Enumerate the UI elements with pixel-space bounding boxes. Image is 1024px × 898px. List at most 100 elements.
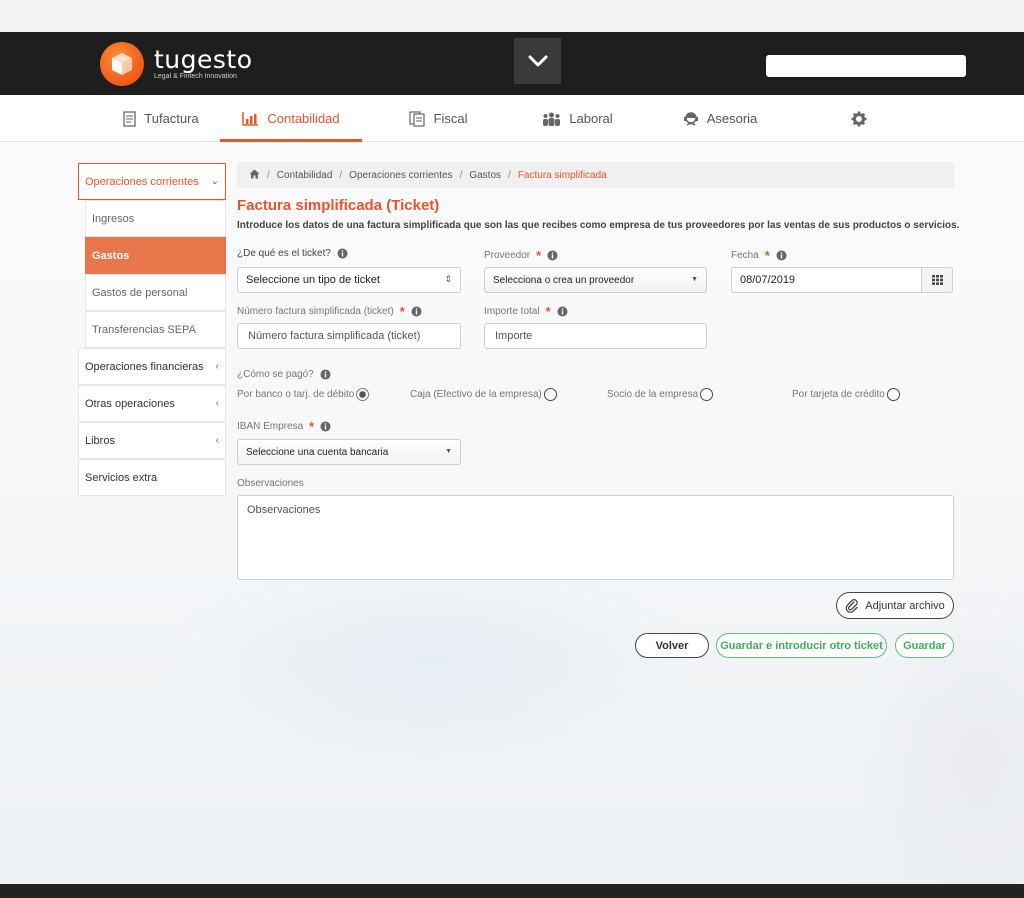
calendar-grid-icon — [931, 275, 943, 285]
radio-button[interactable] — [886, 388, 900, 401]
sidebar-item-label: Servicios extra — [85, 471, 158, 484]
sidebar-item-servicios-extra[interactable]: Servicios extra — [78, 459, 226, 496]
payment-option-bank[interactable]: Por banco o tarj. de débito — [237, 388, 370, 401]
supplier-label: Proveedor * — [484, 248, 558, 263]
info-icon[interactable] — [776, 250, 787, 261]
select-value: Seleccione una cuenta bancaria — [246, 446, 389, 458]
breadcrumb: / Contabilidad / Operaciones corrientes … — [237, 162, 954, 188]
sidebar-submenu: Ingresos Gastos Gastos de personal Trans… — [85, 200, 226, 348]
page-description: Introduce los datos de una factura simpl… — [237, 220, 960, 231]
nav-label: Laboral — [569, 111, 613, 126]
sidebar-item-label: Otras operaciones — [85, 397, 175, 410]
required-asterisk: * — [536, 248, 542, 263]
menu-toggle-button[interactable] — [514, 38, 561, 84]
footer-bar — [0, 884, 1024, 898]
save-button[interactable]: Guardar — [895, 633, 954, 658]
chevron-left-icon: ‹ — [215, 398, 219, 409]
invoice-number-input[interactable]: Número factura simplificada (ticket) — [237, 323, 461, 349]
nav-contabilidad[interactable]: Contabilidad — [220, 95, 362, 142]
nav-settings[interactable] — [840, 95, 878, 142]
ticket-type-select[interactable]: Seleccione un tipo de ticket ⇕ — [237, 267, 461, 293]
chevron-left-icon: ‹ — [215, 435, 219, 446]
radio-label: Por banco o tarj. de débito — [237, 389, 355, 400]
radio-button[interactable] — [356, 388, 370, 401]
radio-button[interactable] — [543, 388, 557, 401]
brand-tagline: Legal & Fintech Innovation — [154, 73, 237, 80]
invoice-icon — [123, 110, 136, 127]
nav-tufactura[interactable]: Tufactura — [100, 95, 222, 142]
nav-label: Asesoria — [706, 111, 758, 126]
required-asterisk: * — [399, 304, 405, 319]
sidebar-item-label: Operaciones financieras — [85, 360, 204, 373]
info-icon[interactable] — [337, 248, 348, 259]
payment-option-cash[interactable]: Caja (Efectivo de la empresa) — [410, 388, 557, 401]
info-icon[interactable] — [320, 421, 331, 432]
breadcrumb-item[interactable]: Contabilidad — [277, 170, 333, 181]
sidebar-item-libros[interactable]: Libros ‹ — [78, 422, 226, 459]
label-text: Observaciones — [237, 478, 304, 489]
nav-fiscal[interactable]: Fiscal — [392, 95, 484, 142]
nav-label: Fiscal — [433, 111, 468, 126]
calendar-button[interactable] — [921, 267, 953, 293]
sidebar-item-operaciones-financieras[interactable]: Operaciones financieras ‹ — [78, 348, 226, 385]
required-asterisk: * — [764, 248, 770, 263]
nav-asesoria[interactable]: Asesoria — [670, 95, 770, 142]
radio-button[interactable] — [700, 388, 714, 401]
button-label: Guardar e introducir otro ticket — [720, 639, 883, 652]
radio-label: Socio de la empresa — [607, 389, 699, 400]
required-asterisk: * — [545, 304, 551, 319]
updown-arrows-icon: ⇕ — [444, 274, 452, 284]
label-text: IBAN Empresa — [237, 421, 304, 432]
total-input[interactable]: Importe — [484, 323, 707, 349]
chevron-down-icon — [528, 55, 547, 67]
date-label: Fecha * — [731, 248, 787, 263]
sidebar-item-otras-operaciones[interactable]: Otras operaciones ‹ — [78, 385, 226, 422]
breadcrumb-item[interactable]: Operaciones corrientes — [349, 170, 452, 181]
button-label: Guardar — [903, 639, 946, 652]
notes-textarea[interactable]: Observaciones — [237, 495, 954, 580]
input-placeholder: Número factura simplificada (ticket) — [248, 330, 421, 342]
info-icon[interactable] — [547, 250, 558, 261]
brand-name: tugesto — [154, 45, 253, 74]
ticket-type-label: ¿De qué es el ticket? — [237, 248, 348, 259]
sidebar-item-transferencias-sepa[interactable]: Transferencias SEPA — [85, 311, 226, 348]
notes-label: Observaciones — [237, 478, 304, 489]
label-text: Número factura simplificada (ticket) — [237, 306, 394, 317]
sidebar-item-operaciones-corrientes[interactable]: Operaciones corrientes ⌄ — [78, 163, 226, 200]
button-label: Volver — [655, 639, 689, 652]
nav-laboral[interactable]: Laboral — [530, 95, 625, 142]
label-text: ¿Cómo se pagó? — [237, 369, 314, 380]
iban-label: IBAN Empresa * — [237, 419, 331, 434]
top-search-input[interactable] — [766, 55, 966, 77]
payment-option-partner[interactable]: Socio de la empresa — [607, 388, 714, 401]
info-icon[interactable] — [320, 369, 331, 380]
supplier-select[interactable]: Selecciona o crea un proveedor ▼ — [484, 267, 707, 293]
back-button[interactable]: Volver — [635, 633, 709, 658]
info-icon[interactable] — [411, 306, 422, 317]
input-placeholder: Importe — [495, 330, 533, 342]
label-text: Fecha — [731, 250, 759, 261]
brand-logo[interactable]: tugesto Legal & Fintech Innovation — [100, 42, 253, 86]
sidebar-item-ingresos[interactable]: Ingresos — [85, 200, 226, 237]
attach-file-button[interactable]: Adjuntar archivo — [836, 592, 954, 619]
payment-option-credit-card[interactable]: Por tarjeta de crédito — [792, 388, 900, 401]
label-text: Importe total — [484, 306, 540, 317]
sidebar-item-label: Libros — [85, 434, 115, 447]
home-icon[interactable] — [249, 169, 260, 182]
iban-select[interactable]: Seleccione una cuenta bancaria ▼ — [237, 439, 461, 465]
sidebar-item-label: Gastos — [92, 249, 130, 262]
breadcrumb-separator: / — [508, 169, 511, 181]
main-nav: Tufactura Contabilidad Fiscal Laboral As… — [0, 95, 1024, 142]
top-bar: tugesto Legal & Fintech Innovation — [0, 32, 1024, 95]
breadcrumb-item[interactable]: Gastos — [469, 170, 501, 181]
date-input[interactable]: 08/07/2019 — [731, 267, 922, 293]
save-and-new-button[interactable]: Guardar e introducir otro ticket — [716, 633, 887, 658]
info-icon[interactable] — [557, 306, 568, 317]
paperclip-icon — [845, 598, 859, 613]
sidebar-item-gastos-de-personal[interactable]: Gastos de personal — [85, 274, 226, 311]
sidebar-item-gastos[interactable]: Gastos — [85, 237, 226, 274]
advisor-icon — [683, 111, 699, 127]
breadcrumb-separator: / — [267, 169, 270, 181]
chevron-left-icon: ‹ — [215, 361, 219, 372]
button-label: Adjuntar archivo — [865, 599, 945, 612]
